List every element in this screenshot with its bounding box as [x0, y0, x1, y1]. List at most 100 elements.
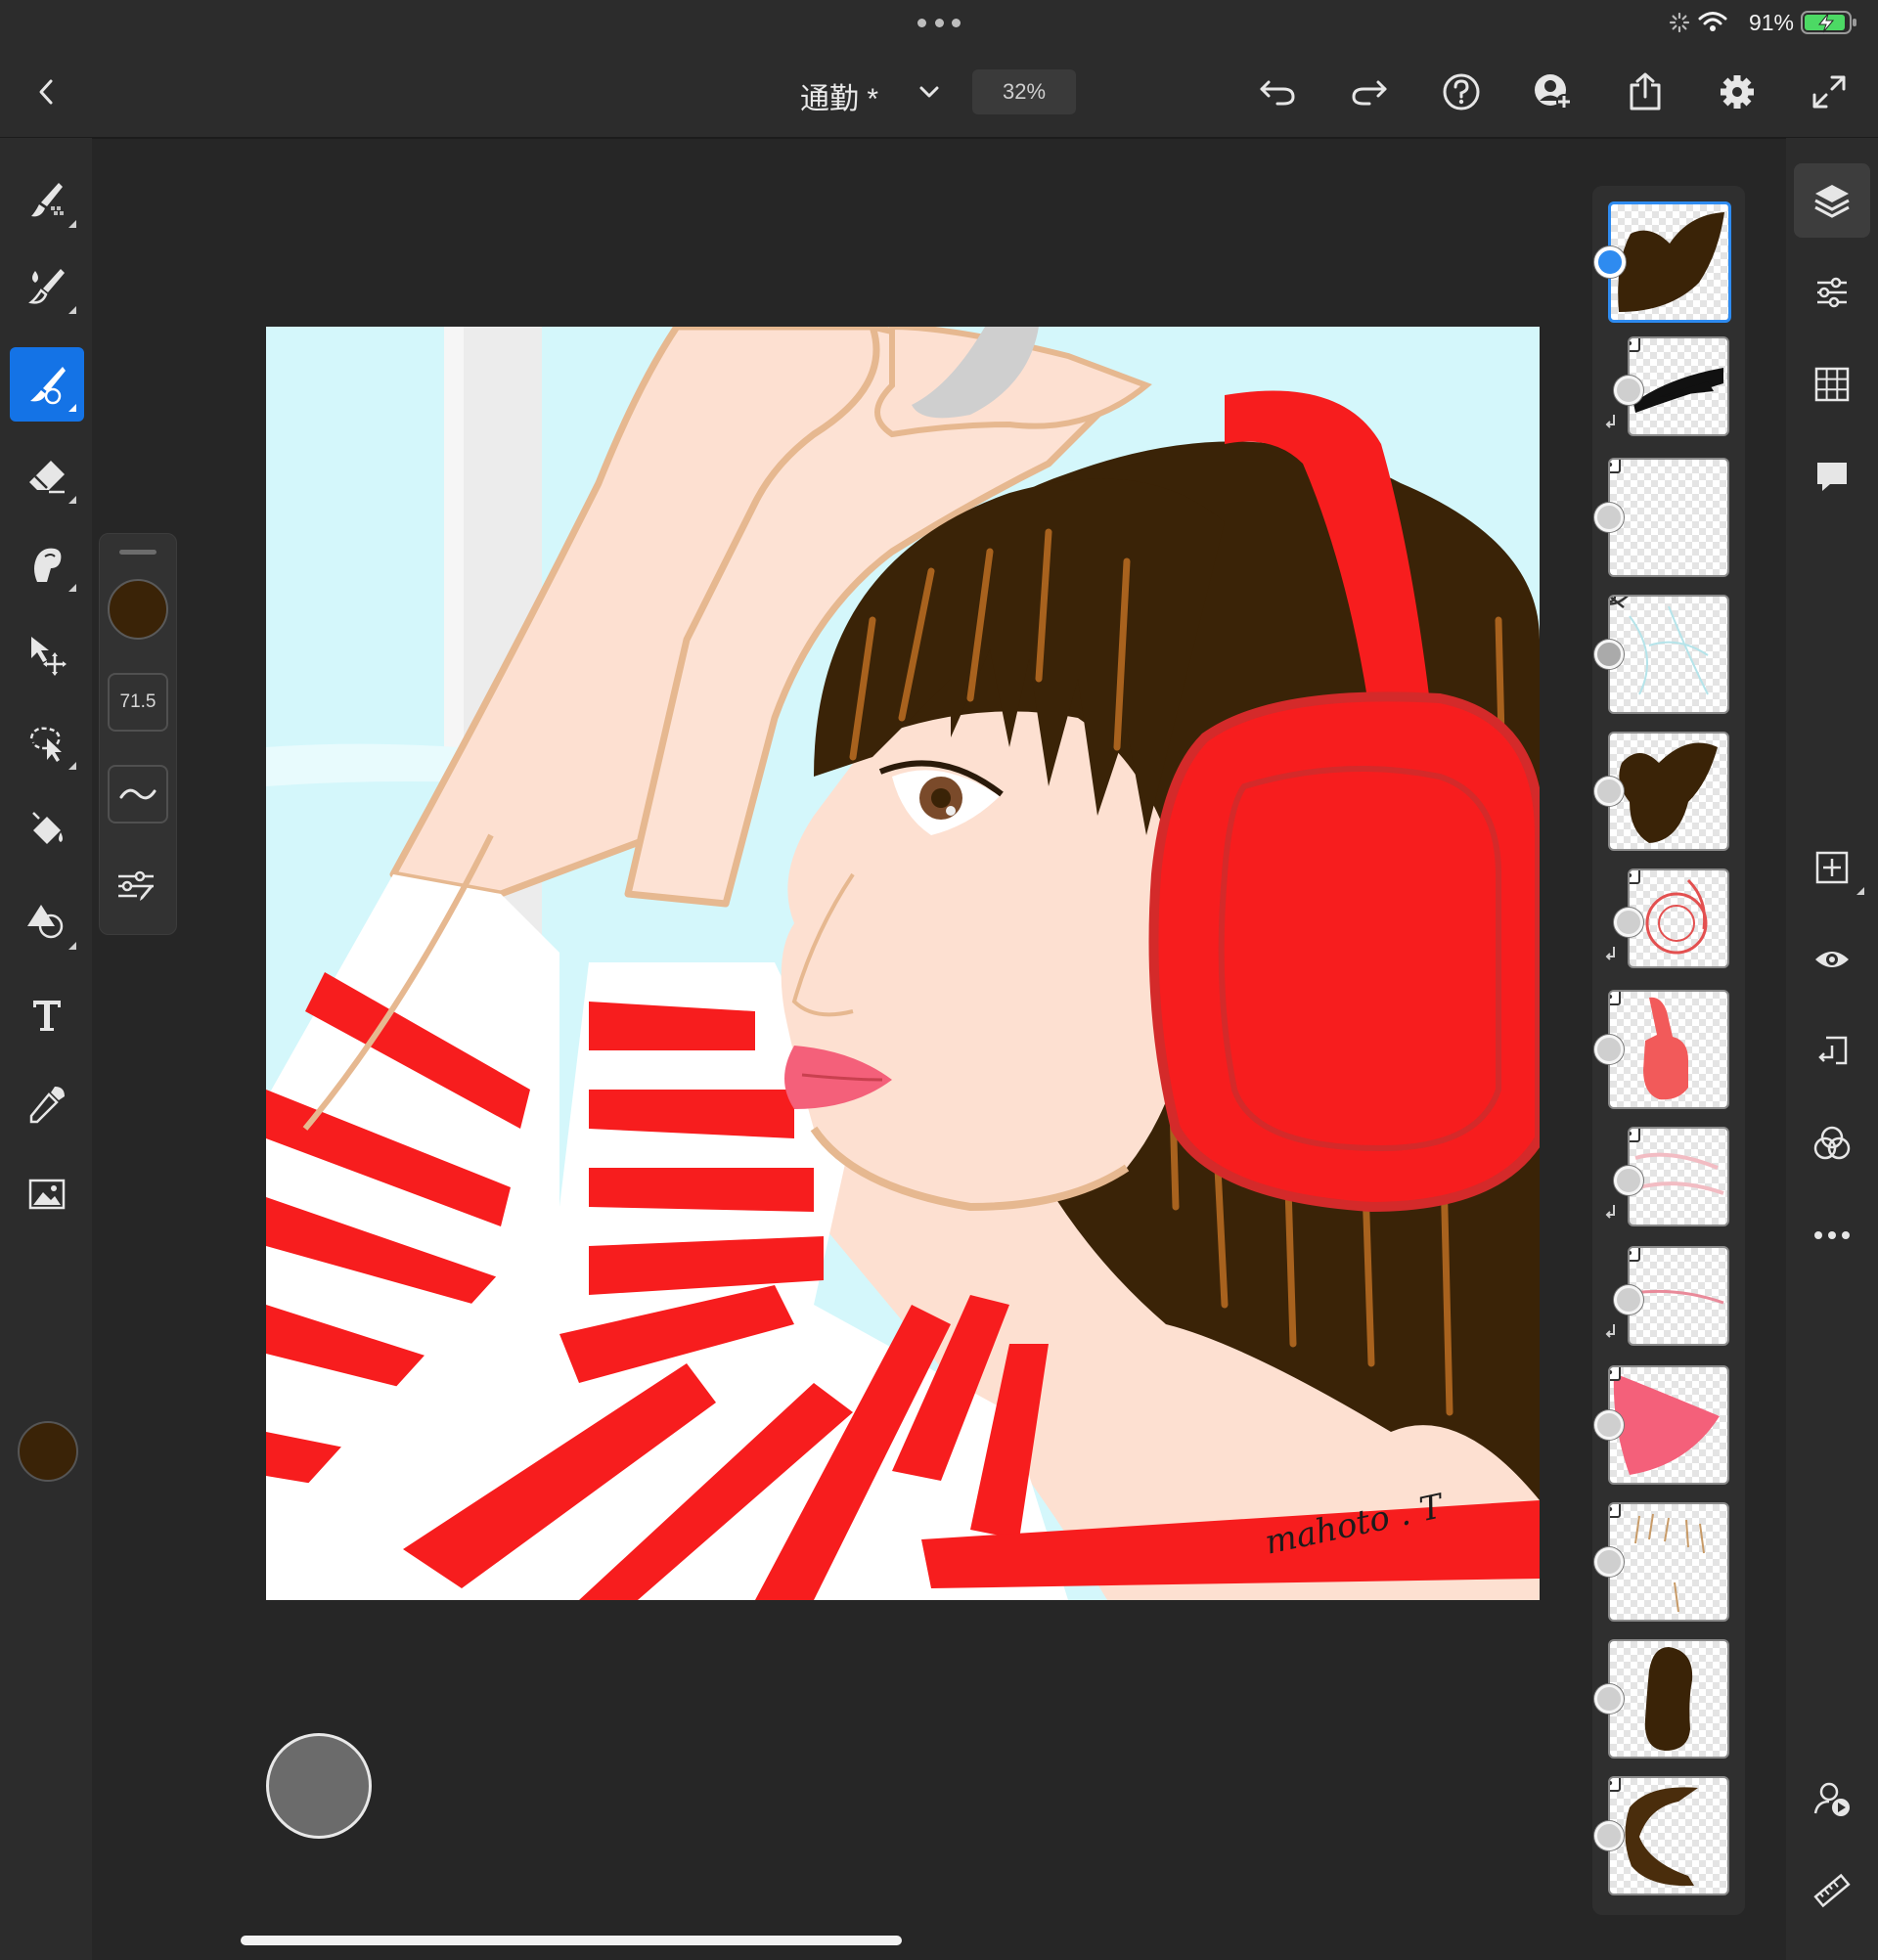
grid-button[interactable] — [1794, 347, 1870, 422]
share-button[interactable] — [1624, 70, 1667, 113]
layer-9-content — [1632, 1289, 1724, 1305]
layer-5-content — [1619, 742, 1718, 843]
layers-icon — [1814, 185, 1850, 218]
layer-select-radio-12[interactable] — [1594, 1684, 1624, 1714]
brush-smoothing-button[interactable] — [108, 765, 168, 824]
merge-down-button[interactable] — [1794, 1014, 1870, 1089]
eraser-tool[interactable] — [10, 439, 84, 513]
layer-6-content — [1645, 878, 1708, 955]
panel-drag-handle[interactable] — [119, 550, 156, 555]
layer-thumbnail-4[interactable] — [1608, 595, 1729, 714]
comments-button[interactable] — [1794, 439, 1870, 513]
layer-thumbnail-3[interactable] — [1608, 458, 1729, 577]
layer-12-content — [1644, 1647, 1693, 1751]
undo-icon — [1260, 80, 1295, 106]
layer-thumbnail-7[interactable] — [1608, 990, 1729, 1109]
layer-select-radio-13[interactable] — [1594, 1821, 1624, 1850]
more-options-button[interactable] — [1794, 1198, 1870, 1272]
document-menu-button[interactable] — [908, 70, 951, 113]
fullscreen-button[interactable] — [1808, 70, 1851, 113]
transform-tool[interactable] — [10, 617, 84, 691]
layer-select-radio-7[interactable] — [1594, 1035, 1624, 1064]
fill-tool[interactable] — [10, 795, 84, 869]
live-brush-tool[interactable] — [10, 249, 84, 324]
back-button[interactable] — [25, 70, 68, 113]
eyedropper-icon — [29, 1087, 65, 1124]
add-layer-button[interactable] — [1794, 830, 1870, 905]
layer-select-radio-2[interactable] — [1614, 376, 1643, 405]
layer-thumbnail-1[interactable] — [1608, 201, 1731, 323]
layer-thumbnail-13[interactable] — [1608, 1776, 1729, 1895]
text-tool[interactable] — [10, 977, 84, 1051]
layer-select-radio-1[interactable] — [1594, 246, 1626, 278]
wifi-icon — [1698, 12, 1727, 31]
layer-10-content — [1613, 1373, 1720, 1475]
livestream-button[interactable] — [1794, 1761, 1870, 1836]
help-icon — [1443, 73, 1480, 111]
clipping-mask-icon — [1605, 1324, 1615, 1338]
layer-select-radio-4[interactable] — [1594, 640, 1624, 669]
blend-icon — [1813, 1126, 1851, 1160]
pixel-brush-tool[interactable] — [10, 163, 84, 238]
share-icon — [1630, 72, 1661, 111]
activity-spinner-icon — [1669, 12, 1690, 33]
layer-thumbnail-5[interactable] — [1608, 732, 1729, 851]
move-transform-icon — [31, 637, 67, 676]
eraser-icon — [29, 461, 65, 494]
layer-select-radio-3[interactable] — [1594, 503, 1624, 532]
more-icon — [1814, 1231, 1850, 1239]
place-image-tool[interactable] — [10, 1157, 84, 1231]
hidden-eye-icon — [1610, 597, 1629, 608]
layer-select-radio-9[interactable] — [1614, 1285, 1643, 1314]
layer-select-radio-10[interactable] — [1594, 1410, 1624, 1440]
blend-mode-button[interactable] — [1794, 1106, 1870, 1180]
drawing-canvas[interactable]: mahoto . T — [266, 327, 1540, 1600]
color-swatch[interactable] — [18, 1421, 78, 1482]
vector-brush-tool[interactable] — [10, 347, 84, 422]
settings-icon — [1721, 75, 1754, 109]
lock-icon — [1610, 1778, 1621, 1792]
settings-button[interactable] — [1716, 70, 1759, 113]
layer-7-content — [1643, 997, 1688, 1100]
lock-icon — [1610, 1504, 1621, 1518]
merge-down-icon — [1818, 1036, 1848, 1065]
fullscreen-icon — [1812, 75, 1846, 109]
image-icon — [28, 1179, 66, 1210]
layer-select-radio-11[interactable] — [1594, 1547, 1624, 1577]
live-brush-icon — [28, 269, 65, 304]
zoom-level[interactable]: 32% — [972, 69, 1076, 114]
brush-panel: 71.5 — [99, 533, 177, 935]
top-app-bar: 通勤 * 32% — [0, 45, 1878, 139]
brush-color-swatch[interactable] — [108, 579, 168, 640]
layer-properties-button[interactable] — [1794, 255, 1870, 330]
left-toolbar — [0, 138, 92, 1960]
layers-button[interactable] — [1794, 163, 1870, 238]
multitasking-dots-icon[interactable] — [917, 18, 961, 27]
eyedropper-tool[interactable] — [10, 1067, 84, 1141]
text-icon — [33, 1001, 61, 1031]
help-button[interactable] — [1440, 70, 1483, 113]
layer-select-radio-6[interactable] — [1614, 908, 1643, 937]
touch-shortcut-button[interactable] — [266, 1733, 372, 1839]
layer-13-content — [1625, 1787, 1698, 1887]
redo-button[interactable] — [1348, 70, 1391, 113]
clipping-mask-icon — [1605, 947, 1615, 960]
document-title[interactable]: 通勤 * — [800, 74, 878, 117]
redo-icon — [1352, 80, 1387, 106]
brush-size-value[interactable]: 71.5 — [108, 673, 168, 732]
invite-button[interactable] — [1532, 70, 1575, 113]
layer-thumbnail-10[interactable] — [1608, 1365, 1729, 1485]
layer-thumbnail-11[interactable] — [1608, 1502, 1729, 1622]
undo-button[interactable] — [1256, 70, 1299, 113]
shape-tool[interactable] — [10, 885, 84, 959]
battery-charging-icon — [1801, 11, 1856, 34]
smudge-tool[interactable] — [10, 527, 84, 601]
ruler-button[interactable] — [1794, 1853, 1870, 1928]
layer-thumbnail-12[interactable] — [1608, 1639, 1729, 1759]
visibility-button[interactable] — [1794, 922, 1870, 997]
brush-settings-button[interactable] — [108, 859, 164, 913]
layer-select-radio-8[interactable] — [1614, 1166, 1643, 1195]
battery-percentage: 91% — [1748, 10, 1794, 35]
selection-tool[interactable] — [10, 705, 84, 780]
layer-select-radio-5[interactable] — [1594, 777, 1624, 806]
